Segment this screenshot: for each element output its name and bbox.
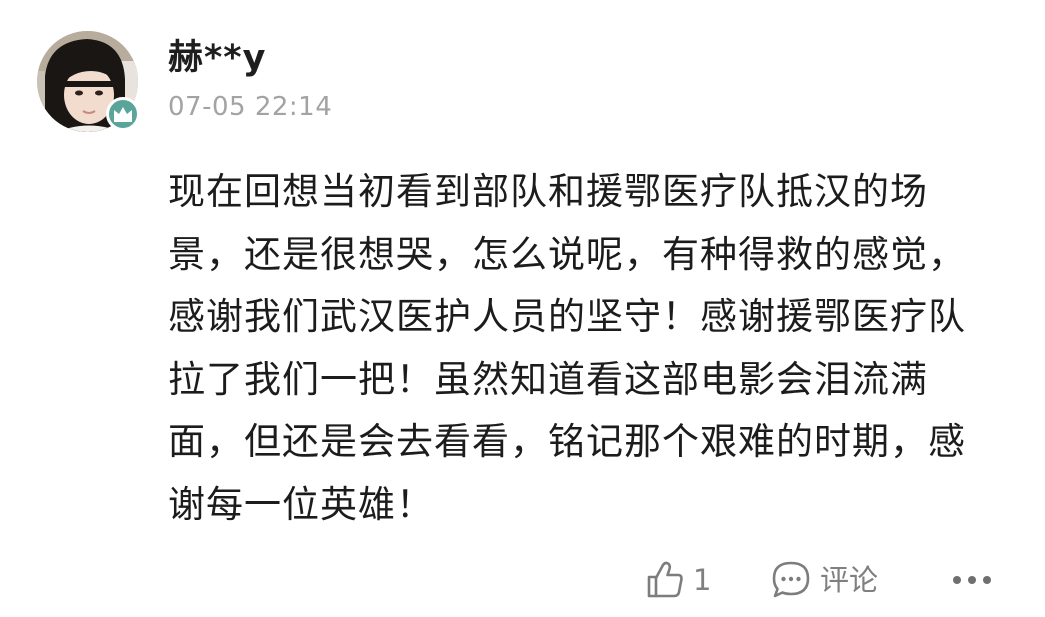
comment-text-line: 拉了我们一把！虽然知道看这部电影会泪流满 — [168, 357, 928, 401]
comment-text-line: 现在回想当初看到部队和援鄂医疗队抵汉的场 — [168, 170, 928, 213]
like-count: 1 — [693, 563, 712, 597]
crown-badge — [106, 97, 140, 131]
speech-bubble-icon — [772, 561, 810, 598]
thumbs-up-icon — [647, 561, 683, 598]
comment-text: 现在回想当初看到部队和援鄂医疗队抵汉的场 景，还是很想哭，怎么说呢，有种得救的感… — [168, 161, 1018, 536]
more-dots-icon — [953, 576, 991, 584]
comment-text-line: 面，但还是会去看看，铭记那个艰难的时期，感 — [168, 420, 966, 463]
like-button[interactable]: 1 — [645, 555, 711, 605]
comment-text-line: 景，还是很想哭，怎么说呢，有种得救的感觉， — [168, 232, 966, 276]
comment-button[interactable]: 评论 — [770, 555, 878, 605]
action-bar: 1 评论 — [0, 555, 1045, 605]
crown-icon — [114, 107, 132, 122]
comment-text-line: 谢每一位英雄！ — [168, 482, 434, 526]
timestamp: 07-05 22:14 — [168, 92, 333, 122]
username[interactable]: 赫**y — [168, 36, 266, 80]
comment-text-line: 感谢我们武汉医护人员的坚守！感谢援鄂医疗队 — [168, 295, 966, 338]
comment-label: 评论 — [820, 563, 879, 597]
more-button[interactable] — [951, 555, 993, 605]
